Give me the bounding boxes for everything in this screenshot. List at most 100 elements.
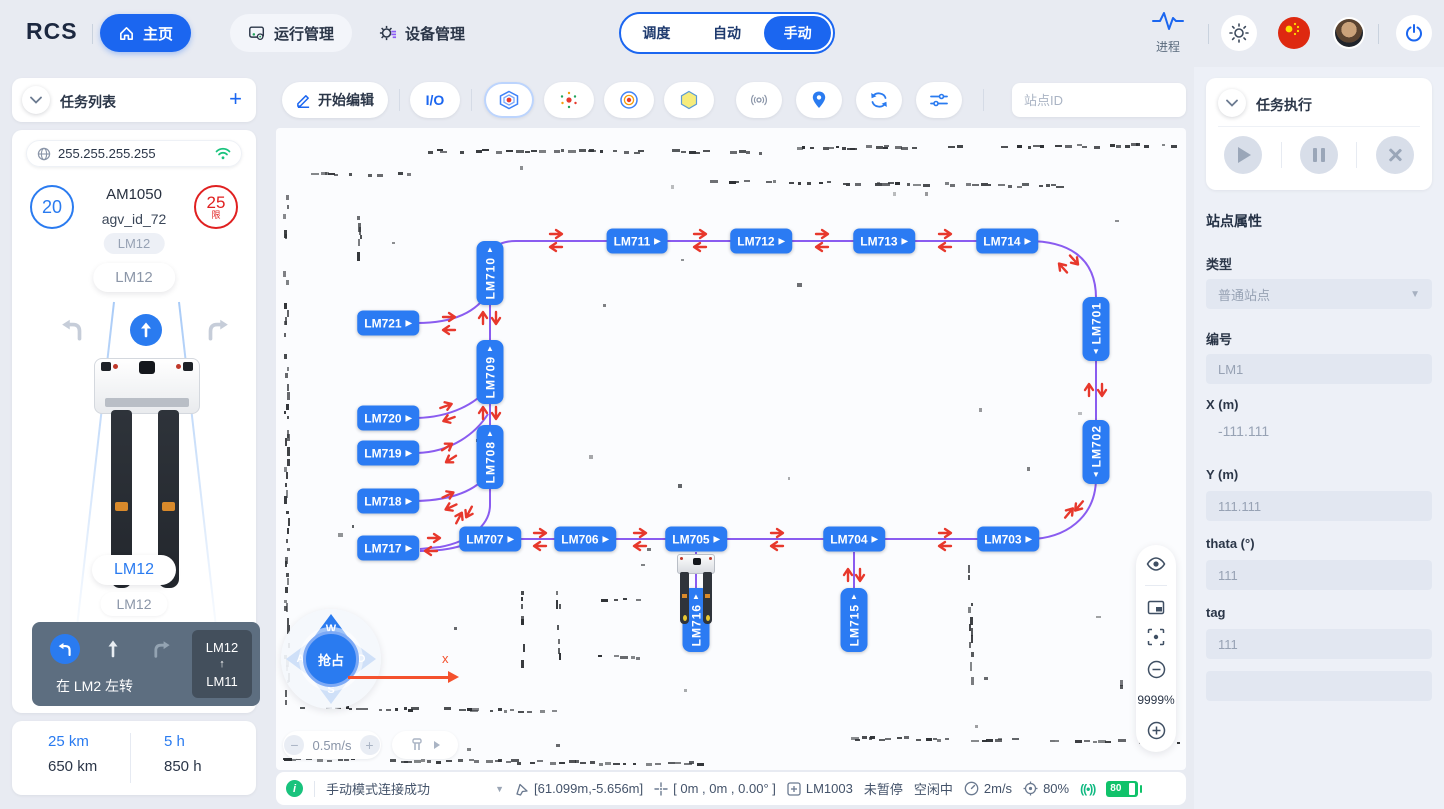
filter-settings-button[interactable]	[916, 82, 962, 118]
zoom-out-icon[interactable]	[1147, 660, 1166, 679]
eye-icon[interactable]	[1146, 557, 1166, 571]
show-target-button[interactable]	[604, 82, 654, 118]
map-canvas[interactable]: ▲LM710 LM711▶ LM712▶ LM713▶ LM714▶ LM701▼ LM70…	[276, 128, 1186, 770]
mode-toggle: 调度 自动 手动	[619, 12, 835, 54]
nav-operation[interactable]: 运行管理	[230, 14, 352, 52]
map-station[interactable]: LM714▶	[976, 229, 1038, 254]
x-axis-arrowhead	[448, 671, 459, 683]
code-input[interactable]: LM1	[1206, 354, 1432, 384]
map-station[interactable]: LM704▶	[823, 527, 885, 552]
mode-status-select[interactable]: 手动模式连接成功 ▼	[326, 779, 504, 798]
avatar[interactable]	[1333, 17, 1365, 49]
map-station[interactable]: LM718▶	[357, 489, 419, 514]
station-search-input[interactable]	[1022, 92, 1202, 109]
right-panel: 任务执行 站点属性 类型 普通站点 ▼ 编号 LM1 X (m) -111.11…	[1194, 67, 1444, 809]
top-bar: RCS 主页 运行管理 设备管理 调度 自动 手动 进程	[0, 0, 1444, 67]
station-direction-icon: ▶	[1026, 535, 1032, 543]
collapse-task-exec-button[interactable]	[1218, 89, 1246, 117]
station-direction-icon: ▲	[850, 593, 858, 601]
status-bar: i 手动模式连接成功 ▼ [61.099m,-5.656m] [ 0m , 0m…	[276, 772, 1186, 805]
robot-ip-field[interactable]: 255.255.255.255	[26, 140, 242, 167]
task-cancel-button[interactable]	[1376, 136, 1414, 174]
map-station[interactable]: LM706▶	[554, 527, 616, 552]
show-points-button[interactable]	[544, 82, 594, 118]
map-station[interactable]: LM713▶	[853, 229, 915, 254]
collapse-task-list-button[interactable]	[22, 86, 50, 114]
add-task-button[interactable]: +	[229, 86, 242, 112]
task-pause-button[interactable]	[1300, 136, 1338, 174]
code-label: 编号	[1206, 329, 1232, 348]
map-station[interactable]: ▲LM715	[841, 588, 868, 652]
language-flag-button[interactable]	[1278, 17, 1310, 49]
map-station[interactable]: ▲LM708	[477, 425, 504, 489]
map-station[interactable]: LM712▶	[730, 229, 792, 254]
station-direction-icon: ▼	[1092, 471, 1100, 479]
speed-increase-button[interactable]: +	[360, 735, 380, 755]
nav-device[interactable]: 设备管理	[360, 14, 483, 52]
map-view-toolbar: 9999%	[1136, 545, 1176, 752]
map-station[interactable]: LM721▶	[357, 311, 419, 336]
extra-field[interactable]	[1206, 671, 1432, 701]
map-station[interactable]: ▲LM709	[477, 340, 504, 404]
battery-nub	[1140, 785, 1143, 793]
mode-dispatch[interactable]: 调度	[623, 16, 690, 50]
type-dropdown[interactable]: 普通站点 ▼	[1206, 279, 1432, 309]
process-button[interactable]: 进程	[1146, 10, 1190, 55]
arrow-up-icon	[139, 322, 153, 338]
map-station[interactable]: ▲LM710	[477, 241, 504, 305]
refresh-icon	[869, 91, 889, 109]
start-edit-button[interactable]: 开始编辑	[282, 82, 388, 118]
map-robot[interactable]	[677, 554, 715, 628]
theta-input[interactable]: 111	[1206, 560, 1432, 590]
pose-value: [ 0m , 0m , 0.00° ]	[673, 781, 776, 796]
pin-icon	[811, 90, 827, 110]
nav-turn-left-icon	[50, 634, 80, 664]
map-station[interactable]: LM702▼	[1083, 420, 1110, 484]
chevron-down-icon	[30, 96, 42, 104]
station-direction-icon: ▶	[406, 497, 412, 505]
io-button[interactable]: I/O	[410, 82, 460, 118]
go-forward-button[interactable]	[130, 314, 162, 346]
turn-left-button[interactable]	[60, 318, 86, 345]
tag-label: tag	[1206, 605, 1226, 620]
map-station[interactable]: LM719▶	[357, 441, 419, 466]
map-station[interactable]: LM703▶	[977, 527, 1039, 552]
task-play-button[interactable]	[1224, 136, 1262, 174]
confidence-readout: 80%	[1023, 781, 1069, 796]
map-station[interactable]: LM707▶	[459, 527, 521, 552]
zoom-in-icon[interactable]	[1147, 721, 1166, 740]
focus-center-icon[interactable]	[1147, 628, 1165, 646]
fork-action-button[interactable]	[392, 731, 458, 759]
seize-control-button[interactable]: 抢占	[303, 631, 359, 687]
show-stations-button[interactable]	[484, 82, 534, 118]
power-button[interactable]	[1396, 15, 1432, 51]
map-station[interactable]: LM720▶	[357, 406, 419, 431]
nav-home[interactable]: 主页	[100, 14, 191, 52]
map-station[interactable]: LM717▶	[357, 536, 419, 561]
x-value[interactable]: -111.111	[1218, 423, 1269, 439]
speed-decrease-button[interactable]: −	[284, 735, 304, 755]
battery-value: 80	[1110, 783, 1121, 794]
nav-turn-right-icon	[150, 640, 172, 659]
map-station[interactable]: LM705▶	[665, 527, 727, 552]
turn-right-button[interactable]	[204, 318, 230, 345]
joystick: W A D S 抢占	[281, 609, 381, 709]
map-station[interactable]: LM711▶	[607, 229, 668, 254]
mode-auto[interactable]: 自动	[694, 16, 761, 50]
route-to: LM11	[206, 673, 238, 690]
x-axis-line	[348, 676, 450, 679]
minimap-icon[interactable]	[1147, 600, 1165, 615]
y-input[interactable]: 111.111	[1206, 491, 1432, 521]
locate-pin-button[interactable]	[796, 82, 842, 118]
tag-input[interactable]: 111	[1206, 629, 1432, 659]
refresh-button[interactable]	[856, 82, 902, 118]
radar-icon	[749, 90, 769, 110]
mode-manual[interactable]: 手动	[764, 16, 831, 50]
theme-button[interactable]	[1221, 15, 1257, 51]
station-label: LM704	[830, 532, 867, 546]
station-direction-icon: ▶	[406, 449, 412, 457]
task-execution-card: 任务执行	[1206, 78, 1432, 190]
show-area-button[interactable]	[664, 82, 714, 118]
map-station[interactable]: LM701▼	[1083, 297, 1110, 361]
show-radar-button[interactable]	[736, 82, 782, 118]
